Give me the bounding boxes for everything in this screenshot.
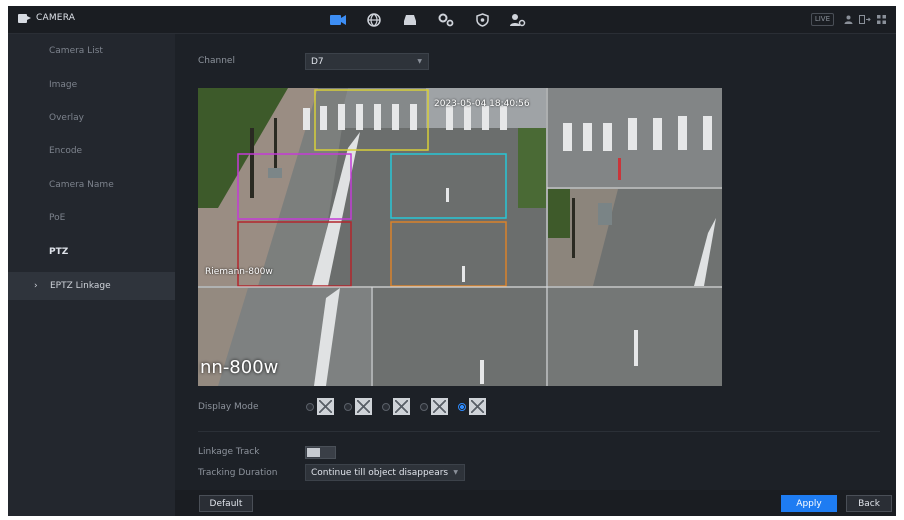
video-preview[interactable]: 2023-05-04 18:40:56 Riemann-800w nn-800w <box>198 88 722 386</box>
linkage-track-toggle[interactable] <box>305 446 336 459</box>
main-view <box>198 88 546 286</box>
apply-button[interactable]: Apply <box>781 495 837 512</box>
app-window: CAMERA LIVE Camera List Image Overlay En… <box>8 6 896 516</box>
channel-select[interactable]: D7 ▼ <box>305 53 429 70</box>
radio-button[interactable] <box>382 402 390 411</box>
top-nav <box>320 6 536 34</box>
camera-icon <box>18 13 31 23</box>
storage-icon <box>404 15 416 25</box>
layout-icon <box>469 398 486 415</box>
view-right-middle <box>548 189 722 286</box>
camera-name-overlay: Riemann-800w <box>205 267 273 277</box>
sidebar-item-ptz[interactable]: PTZ <box>8 239 175 265</box>
sidebar-item-encode[interactable]: Encode <box>8 138 175 164</box>
radio-button-selected[interactable] <box>458 402 466 411</box>
radio-button[interactable] <box>420 402 428 411</box>
network-icon <box>367 13 381 27</box>
view-bottom-middle <box>373 288 546 386</box>
display-mode-option-2[interactable] <box>344 398 372 415</box>
toggle-knob <box>307 448 320 457</box>
main-panel: Channel D7 ▼ 2023-05-04 18:40:56 Riemann… <box>175 34 896 516</box>
chevron-down-icon: ▼ <box>453 469 458 476</box>
channel-label: Channel <box>198 56 235 66</box>
sidebar-item-camera-name[interactable]: Camera Name <box>8 172 175 198</box>
nav-storage[interactable] <box>392 6 428 34</box>
sidebar-item-label: EPTZ Linkage <box>50 281 111 291</box>
app-title: CAMERA <box>36 13 76 23</box>
camera-name-overlay-large: nn-800w <box>200 357 279 378</box>
bottom-bar: Default Apply Back <box>175 490 896 516</box>
display-mode-option-1[interactable] <box>306 398 334 415</box>
layout-icon <box>393 398 410 415</box>
user-icon[interactable] <box>844 15 853 24</box>
sidebar-item-overlay[interactable]: Overlay <box>8 105 175 131</box>
nav-security[interactable] <box>464 6 500 34</box>
tracking-duration-label: Tracking Duration <box>198 468 278 478</box>
layout-icon <box>431 398 448 415</box>
display-mode-label: Display Mode <box>198 402 259 412</box>
sidebar-item-label: Camera Name <box>49 180 114 190</box>
camera-icon <box>330 15 346 25</box>
sidebar-item-image[interactable]: Image <box>8 72 175 98</box>
sidebar-item-label: Overlay <box>49 113 84 123</box>
video-frame <box>198 88 722 386</box>
top-right-icons <box>844 15 886 24</box>
chevron-down-icon: ▼ <box>417 58 422 65</box>
chevron-right-icon: › <box>34 281 38 291</box>
view-right-top <box>548 88 722 187</box>
tracking-duration-select[interactable]: Continue till object disappears ▼ <box>305 464 465 481</box>
grid-menu-icon[interactable] <box>877 15 886 24</box>
radio-button[interactable] <box>306 402 314 411</box>
sidebar-item-eptz-linkage[interactable]: › EPTZ Linkage <box>8 272 175 300</box>
exit-icon[interactable] <box>859 15 871 24</box>
linkage-track-label: Linkage Track <box>198 447 260 457</box>
layout-icon <box>355 398 372 415</box>
account-icon <box>510 14 526 27</box>
channel-value: D7 <box>311 56 324 67</box>
view-bottom-right <box>548 288 722 386</box>
layout-icon <box>317 398 334 415</box>
top-right-area: LIVE <box>810 13 886 26</box>
radio-button[interactable] <box>344 402 352 411</box>
sidebar: Camera List Image Overlay Encode Camera … <box>8 34 175 516</box>
nav-camera[interactable] <box>320 6 356 34</box>
display-mode-option-5[interactable] <box>458 398 486 415</box>
brand: CAMERA <box>18 13 75 23</box>
nav-account[interactable] <box>500 6 536 34</box>
tracking-duration-value: Continue till object disappears <box>311 467 449 478</box>
security-icon <box>475 13 489 27</box>
system-icon <box>438 13 454 27</box>
sidebar-item-label: Image <box>49 80 78 90</box>
video-timestamp: 2023-05-04 18:40:56 <box>434 99 530 109</box>
display-mode-option-3[interactable] <box>382 398 410 415</box>
back-button[interactable]: Back <box>846 495 892 512</box>
display-mode-option-4[interactable] <box>420 398 448 415</box>
top-bar: CAMERA LIVE <box>8 6 896 34</box>
nav-system[interactable] <box>428 6 464 34</box>
sidebar-item-camera-list[interactable]: Camera List <box>8 38 175 64</box>
display-mode-options <box>306 398 486 415</box>
sidebar-item-poe[interactable]: PoE <box>8 205 175 231</box>
sidebar-item-label: Encode <box>49 146 83 156</box>
sidebar-item-label: Camera List <box>49 46 103 56</box>
live-button[interactable]: LIVE <box>810 13 834 26</box>
default-button[interactable]: Default <box>199 495 253 512</box>
nav-network[interactable] <box>356 6 392 34</box>
sidebar-item-label: PTZ <box>49 247 69 257</box>
divider <box>198 431 880 432</box>
sidebar-item-label: PoE <box>49 213 66 223</box>
